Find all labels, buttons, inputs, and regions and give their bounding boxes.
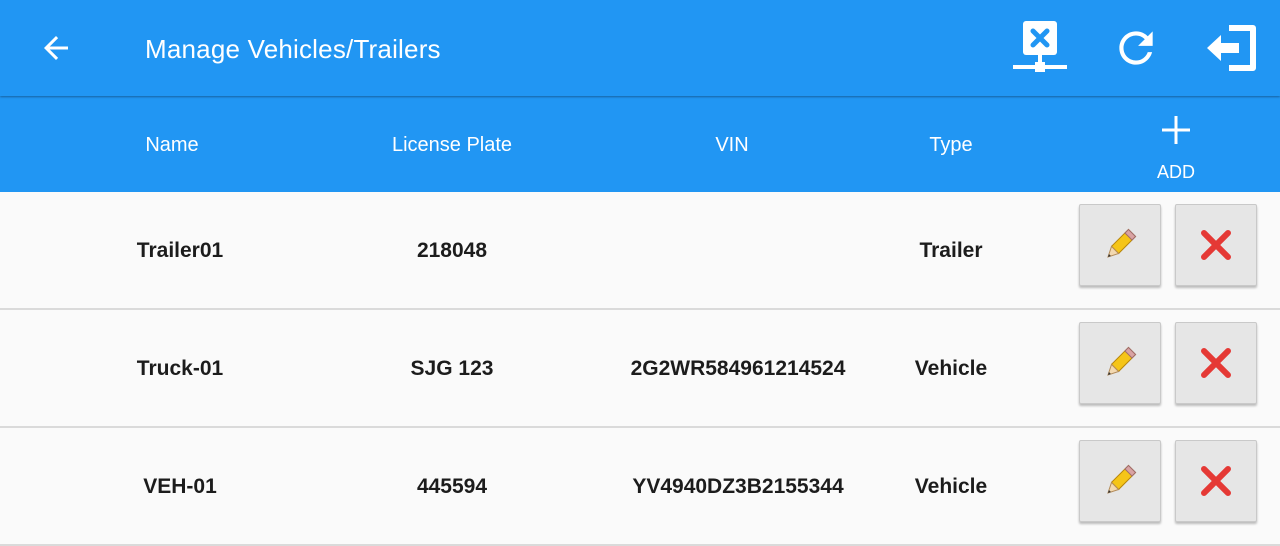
app-bar: Manage Vehicles/Trailers — [0, 0, 1280, 96]
arrow-back-icon — [44, 36, 68, 60]
cell-type: Vehicle — [914, 475, 988, 498]
add-label: ADD — [1156, 162, 1195, 182]
logout-button[interactable] — [1200, 18, 1264, 78]
cell-license-plate: 445594 — [416, 475, 488, 498]
add-button[interactable]: ADD — [1136, 108, 1216, 188]
network-disconnected-icon — [1013, 21, 1067, 72]
column-header-license-plate: License Plate — [391, 134, 513, 156]
cell-license-plate: SJG 123 — [410, 357, 494, 380]
page-title: Manage Vehicles/Trailers — [145, 34, 441, 64]
cell-name: VEH-01 — [143, 475, 217, 498]
delete-button[interactable] — [1175, 204, 1257, 286]
network-status-button[interactable] — [1008, 18, 1072, 78]
column-header-type: Type — [929, 134, 973, 156]
pencil-icon — [1107, 346, 1137, 376]
column-header-name: Name — [145, 134, 199, 156]
cell-vin — [588, 192, 888, 310]
back-button[interactable] — [30, 24, 82, 72]
edit-button[interactable] — [1079, 440, 1161, 522]
refresh-icon — [1119, 31, 1153, 65]
table-row: VEH-01 445594 YV4940DZ3B2155344 Vehicle — [0, 428, 1280, 546]
table-row: Trailer01 218048 Trailer — [0, 192, 1280, 310]
column-header-vin: VIN — [715, 134, 749, 156]
cell-type: Vehicle — [914, 357, 988, 380]
table-header: Name License Plate VIN Type — [0, 96, 1280, 192]
delete-button[interactable] — [1175, 322, 1257, 404]
plus-icon — [1162, 116, 1190, 144]
pencil-icon — [1107, 464, 1137, 494]
pencil-icon — [1107, 228, 1137, 258]
cell-vin: 2G2WR584961214524 — [630, 357, 846, 380]
cell-license-plate: 218048 — [416, 239, 488, 262]
edit-button[interactable] — [1079, 322, 1161, 404]
cell-type: Trailer — [919, 239, 983, 262]
cell-vin: YV4940DZ3B2155344 — [632, 475, 844, 498]
logout-icon — [1207, 25, 1256, 71]
delete-x-icon — [1201, 230, 1231, 260]
refresh-button[interactable] — [1104, 18, 1168, 78]
vehicle-list: Trailer01 218048 Trailer Truck-01 SJG 12… — [0, 192, 1280, 546]
cell-name: Trailer01 — [136, 239, 224, 262]
delete-x-icon — [1201, 348, 1231, 378]
delete-button[interactable] — [1175, 440, 1257, 522]
delete-x-icon — [1201, 466, 1231, 496]
edit-button[interactable] — [1079, 204, 1161, 286]
table-row: Truck-01 SJG 123 2G2WR584961214524 Vehic… — [0, 310, 1280, 428]
cell-name: Truck-01 — [136, 357, 224, 380]
